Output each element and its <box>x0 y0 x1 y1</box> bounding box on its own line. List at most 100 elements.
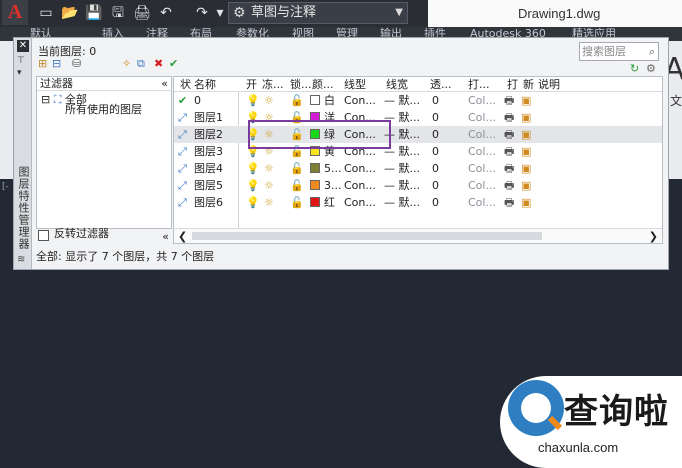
lightbulb-icon[interactable]: 💡 <box>246 177 260 194</box>
close-icon[interactable]: ✕ <box>17 40 29 52</box>
layer-status-icon[interactable]: ⤢ <box>178 143 187 160</box>
redo-icon[interactable]: ↷ <box>192 3 212 23</box>
printer-icon[interactable]: 🖶 <box>504 92 514 109</box>
col-freeze[interactable]: 冻... <box>262 77 284 92</box>
save-as-icon[interactable]: 🖫 <box>108 3 128 23</box>
new-vp-freeze-icon[interactable]: ▣ <box>521 194 531 211</box>
layer-linetype[interactable]: Con... <box>344 177 376 194</box>
layer-transparency[interactable]: 0 <box>432 126 439 143</box>
search-icon[interactable]: ⌕ <box>649 43 655 60</box>
layer-transparency[interactable]: 0 <box>432 194 439 211</box>
unlock-icon[interactable]: 🔓 <box>290 177 304 194</box>
layer-transparency[interactable]: 0 <box>432 143 439 160</box>
layer-row[interactable]: ⤢ 图层5 💡 ☼ 🔓 3... Con... — 默... 0 Col... 🖶 ▣ <box>174 177 662 194</box>
layer-color-name[interactable]: 白 <box>324 92 335 109</box>
layer-row[interactable]: ⤢ 图层4 💡 ☼ 🔓 5... Con... — 默... 0 Col... 🖶 ▣ <box>174 160 662 177</box>
invert-filter-checkbox[interactable] <box>38 230 49 241</box>
lightbulb-icon[interactable]: 💡 <box>246 194 260 211</box>
save-icon[interactable]: 💾 <box>84 3 104 23</box>
layer-color-name[interactable]: 红 <box>324 194 335 211</box>
lightbulb-icon[interactable]: 💡 <box>246 160 260 177</box>
new-property-filter-icon[interactable]: ⊞ <box>38 58 47 70</box>
col-transparency[interactable]: 透... <box>430 77 452 92</box>
col-lock[interactable]: 锁... <box>290 77 312 92</box>
undo-icon[interactable]: ↶ <box>156 3 176 23</box>
layer-lineweight[interactable]: — 默... <box>384 92 420 109</box>
col-plot-style[interactable]: 打... <box>468 77 490 92</box>
new-vp-freeze-icon[interactable]: ▣ <box>521 126 531 143</box>
layer-status-icon[interactable]: ✔ <box>178 92 187 109</box>
printer-icon[interactable]: 🖶 <box>504 160 514 177</box>
unlock-icon[interactable]: 🔓 <box>290 160 304 177</box>
layer-transparency[interactable]: 0 <box>432 160 439 177</box>
layer-transparency[interactable]: 0 <box>432 177 439 194</box>
layer-lineweight[interactable]: — 默... <box>384 194 420 211</box>
refresh-icon[interactable]: ↻ <box>630 62 639 75</box>
new-group-filter-icon[interactable]: ⊟ <box>52 58 61 70</box>
settings-icon[interactable]: ⚙ <box>646 62 656 75</box>
color-swatch[interactable] <box>310 163 320 173</box>
new-vp-freeze-icon[interactable]: ▣ <box>521 160 531 177</box>
printer-icon[interactable]: 🖶 <box>504 194 514 211</box>
set-current-icon[interactable]: ✔ <box>169 58 178 70</box>
workspace-switcher[interactable]: ⚙ 草图与注释 ▼ <box>228 2 408 24</box>
new-file-icon[interactable]: ▭ <box>36 3 56 23</box>
printer-icon[interactable]: 🖶 <box>504 126 514 143</box>
layer-color-name[interactable]: 3... <box>324 177 342 194</box>
palette-title-bar[interactable]: ✕ ⊤ ▾ 图层特性管理器 ≋ <box>14 38 32 269</box>
col-new-vp-freeze[interactable]: 新 <box>523 77 534 92</box>
layer-linetype[interactable]: Con... <box>344 160 376 177</box>
col-on[interactable]: 开 <box>246 77 257 92</box>
sun-icon[interactable]: ☼ <box>264 160 274 177</box>
layer-status-icon[interactable]: ⤢ <box>178 160 187 177</box>
properties-icon[interactable]: ▾ <box>17 68 22 78</box>
layer-row[interactable]: ⤢ 图层6 💡 ☼ 🔓 红 Con... — 默... 0 Col... 🖶 ▣ <box>174 194 662 211</box>
layer-status-icon[interactable]: ⤢ <box>178 177 187 194</box>
sun-icon[interactable]: ☼ <box>264 194 274 211</box>
layer-transparency[interactable]: 0 <box>432 92 439 109</box>
col-description[interactable]: 说明 <box>538 77 560 92</box>
layer-states-manager-icon[interactable]: ⛁ <box>72 58 81 70</box>
color-swatch[interactable] <box>310 95 320 105</box>
horizontal-scrollbar[interactable]: ❮ ❯ <box>174 228 662 243</box>
new-layer-icon[interactable]: ✧ <box>122 58 131 70</box>
search-layer-input[interactable]: 搜索图层 ⌕ <box>579 42 659 61</box>
printer-icon[interactable]: 🖶 <box>504 109 514 126</box>
lightbulb-icon[interactable]: 💡 <box>246 92 260 109</box>
layer-row[interactable]: ✔ 0 💡 ☼ 🔓 白 Con... — 默... 0 Col... 🖶 ▣ <box>174 92 662 109</box>
col-color[interactable]: 颜... <box>312 77 334 92</box>
col-linetype[interactable]: 线型 <box>344 77 366 92</box>
layer-color-name[interactable]: 5... <box>324 160 342 177</box>
col-status[interactable]: 状 <box>180 77 191 92</box>
redo-dropdown-icon[interactable]: ▾ <box>210 3 230 23</box>
printer-icon[interactable]: 🖶 <box>504 177 514 194</box>
color-swatch[interactable] <box>310 197 320 207</box>
col-name[interactable]: 名称 <box>194 77 216 92</box>
auto-hide-icon[interactable]: ⊤ <box>17 56 25 66</box>
scroll-right-icon[interactable]: ❯ <box>649 229 658 244</box>
open-file-icon[interactable]: 📂 <box>60 3 80 23</box>
new-vp-freeze-icon[interactable]: ▣ <box>521 109 531 126</box>
scrollbar-thumb[interactable] <box>192 232 542 240</box>
collapse-icon[interactable]: « <box>161 77 168 91</box>
palette-menu-icon[interactable]: ≋ <box>17 254 25 265</box>
delete-layer-icon[interactable]: ✖ <box>154 58 163 70</box>
layer-status-icon[interactable]: ⤢ <box>178 194 187 211</box>
printer-icon[interactable]: 🖶 <box>504 143 514 160</box>
col-plot[interactable]: 打 <box>507 77 518 92</box>
layer-transparency[interactable]: 0 <box>432 109 439 126</box>
new-vp-frozen-layer-icon[interactable]: ⧉ <box>137 58 145 70</box>
expand-icon[interactable]: ⊟ <box>41 93 50 106</box>
new-vp-freeze-icon[interactable]: ▣ <box>521 143 531 160</box>
layer-status-icon[interactable]: ⤢ <box>178 126 187 143</box>
unlock-icon[interactable]: 🔓 <box>290 194 304 211</box>
new-vp-freeze-icon[interactable]: ▣ <box>521 177 531 194</box>
layer-status-icon[interactable]: ⤢ <box>178 109 187 126</box>
viewport-controls[interactable]: [- <box>2 182 9 192</box>
color-swatch[interactable] <box>310 180 320 190</box>
unlock-icon[interactable]: 🔓 <box>290 92 304 109</box>
plot-icon[interactable]: 🖨 <box>132 3 152 23</box>
layer-linetype[interactable]: Con... <box>344 92 376 109</box>
new-vp-freeze-icon[interactable]: ▣ <box>521 92 531 109</box>
application-menu-button[interactable]: A <box>2 0 28 25</box>
